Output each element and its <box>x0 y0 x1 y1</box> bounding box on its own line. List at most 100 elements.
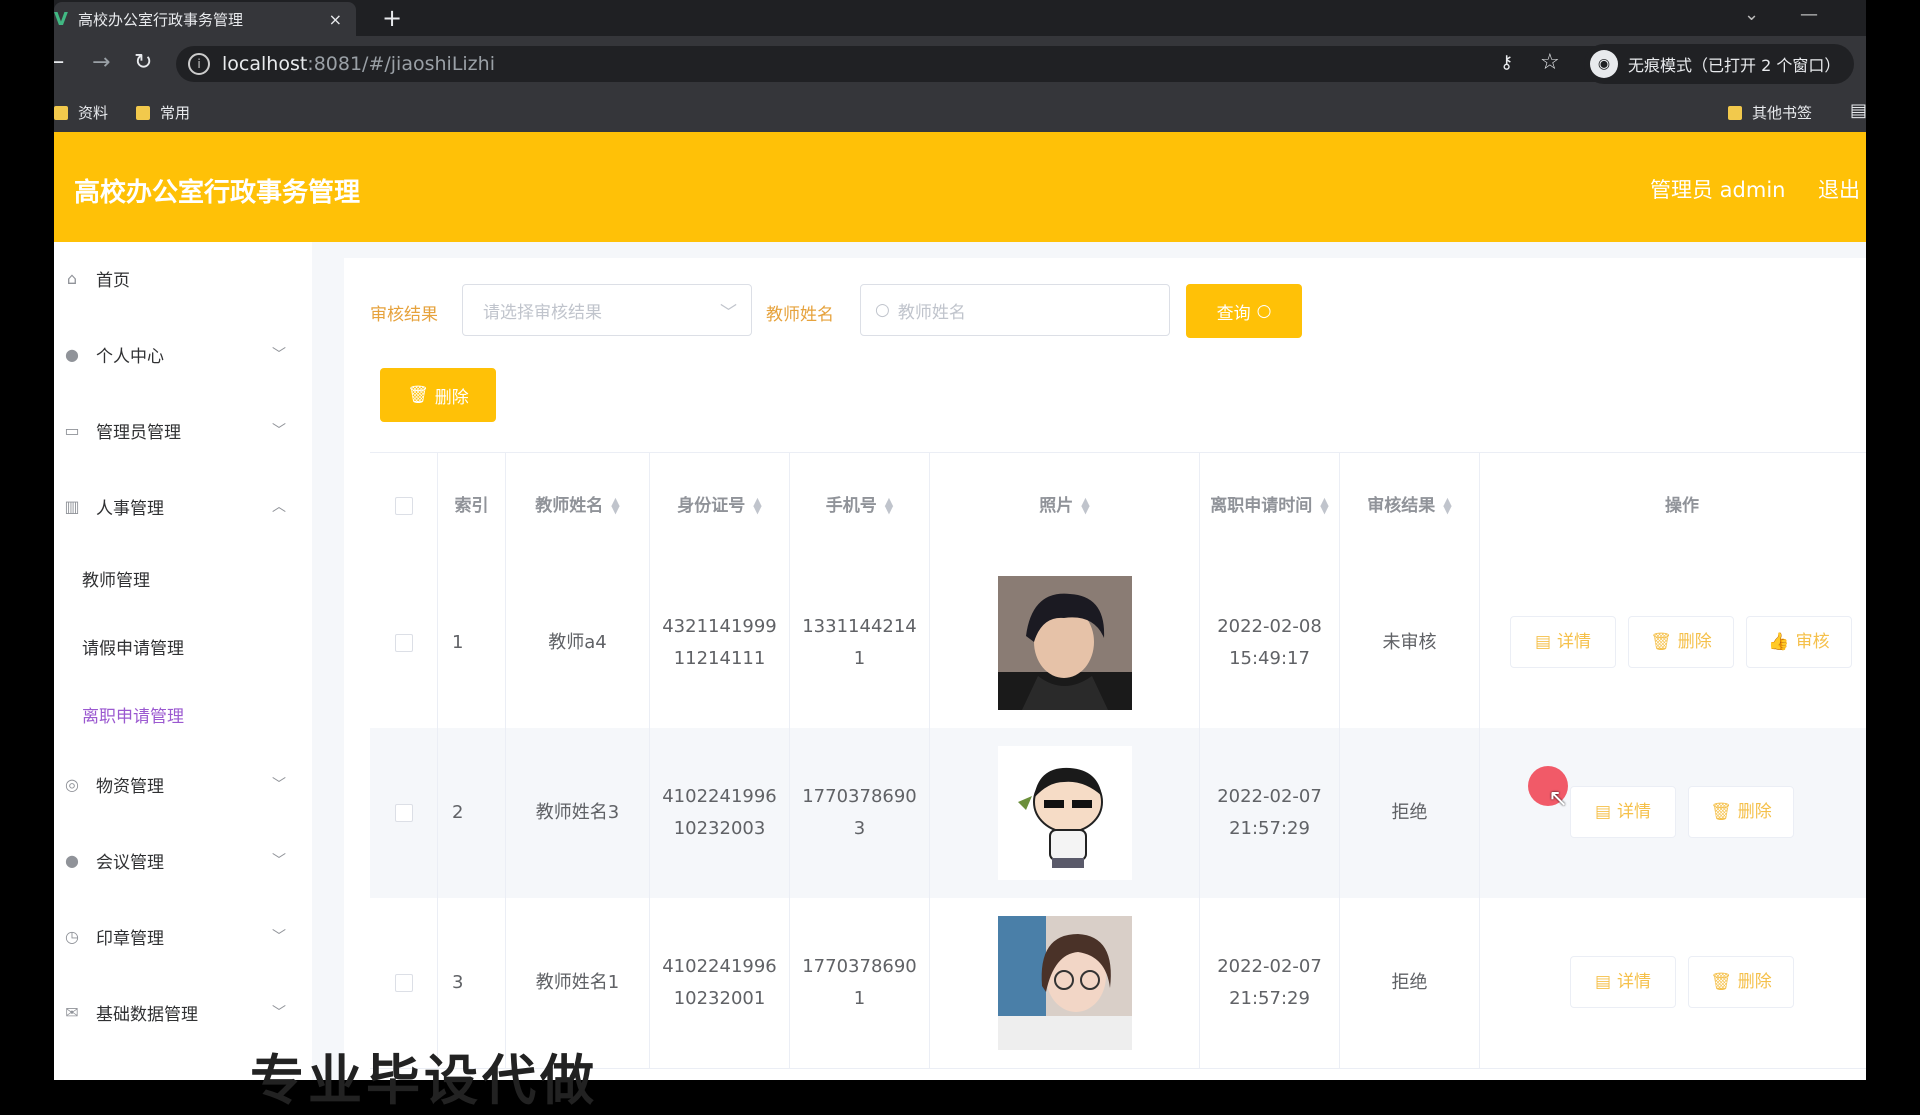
chevron-down-icon: ﹀ <box>272 423 286 439</box>
chevron-down-icon: ﹀ <box>272 853 286 869</box>
reading-list-icon[interactable]: ▤ <box>1850 100 1866 121</box>
query-button[interactable]: 查询 ○ <box>1186 284 1302 338</box>
back-icon[interactable]: ← <box>54 50 64 75</box>
site-info-icon[interactable]: i <box>188 53 210 75</box>
teacher-photo[interactable] <box>997 746 1132 880</box>
row-checkbox[interactable] <box>394 804 413 822</box>
sort-icon[interactable]: ▲ ▼ <box>1443 496 1451 515</box>
actions-cell: ▤ 详情 🗑 删除 <box>1480 728 1866 898</box>
detail-button[interactable]: ▤ 详情 <box>1570 956 1676 1008</box>
detail-button[interactable]: ▤ 详情 <box>1570 786 1676 838</box>
incognito-icon: ◉ <box>1590 50 1618 78</box>
browser-tab[interactable]: V 高校办公室行政事务管理 × <box>54 2 356 36</box>
id-cell: 4102241996 10232003 <box>650 728 790 898</box>
review-button[interactable]: 👍 审核 <box>1746 616 1852 668</box>
col-phone[interactable]: 手机号 ▲ ▼ <box>790 453 930 559</box>
chevron-down-icon: ﹀ <box>272 777 286 793</box>
browser-window: V 高校办公室行政事务管理 × + ⌄ — ← → ↻ i localhost:… <box>54 0 1866 1080</box>
select-all-cell <box>370 453 438 559</box>
col-name[interactable]: 教师姓名 ▲ ▼ <box>506 453 650 559</box>
new-tab-button[interactable]: + <box>382 4 402 32</box>
user-label: 管理员 admin <box>1650 178 1786 202</box>
sidebar-item-hr[interactable]: ▥ 人事管理 ︿ <box>54 476 312 536</box>
sidebar-item-seal[interactable]: ◷ 印章管理 ﹀ <box>54 906 312 966</box>
sidebar: ⌂ 首页 ● 个人中心 ﹀ ▭ 管理员管理 ﹀ ▥ 人事管理 ︿ 教师管理 请假… <box>54 242 312 1080</box>
col-result[interactable]: 审核结果 ▲ ▼ <box>1340 453 1480 559</box>
key-icon[interactable]: ⚷ <box>1500 52 1513 73</box>
url-host: localhost <box>222 53 308 75</box>
app-header: 高校办公室行政事务管理 管理员 admin 退出 <box>54 132 1866 242</box>
bookmarks-bar: 资料 常用 其他书签 ▤ <box>54 92 1866 132</box>
sort-icon[interactable]: ▲ ▼ <box>1081 496 1089 515</box>
sidebar-item-basedata[interactable]: ✉ 基础数据管理 ﹀ <box>54 982 312 1042</box>
sort-icon[interactable]: ▲ ▼ <box>885 496 893 515</box>
sidebar-subitem-resign[interactable]: 离职申请管理 <box>82 702 184 727</box>
document-icon: ▤ <box>1594 972 1612 992</box>
teacher-photo[interactable] <box>997 576 1132 710</box>
incognito-badge[interactable]: ◉ 无痕模式（已打开 2 个窗口） <box>1584 44 1854 84</box>
row-checkbox[interactable] <box>394 634 413 652</box>
address-bar: ← → ↻ i localhost:8081/#/jiaoshiLizhi ⚷ … <box>54 36 1866 92</box>
url-field[interactable]: i localhost:8081/#/jiaoshiLizhi <box>176 46 1636 82</box>
chevron-down-icon: ﹀ <box>272 347 286 363</box>
sort-icon[interactable]: ▲ ▼ <box>1320 496 1328 515</box>
trash-icon: 🗑 <box>1710 802 1732 822</box>
incognito-label: 无痕模式（已打开 2 个窗口） <box>1628 56 1841 75</box>
close-tab-icon[interactable]: × <box>329 10 342 29</box>
detail-button[interactable]: ▤ 详情 <box>1510 616 1616 668</box>
logout-link[interactable]: 退出 <box>1818 174 1860 204</box>
col-id[interactable]: 身份证号 ▲ ▼ <box>650 453 790 559</box>
chevron-down-icon: ﹀ <box>272 1005 286 1021</box>
phone-cell: 1331144214 1 <box>790 558 930 728</box>
sidebar-item-home[interactable]: ⌂ 首页 <box>54 248 312 308</box>
row-select-cell <box>370 558 438 728</box>
sidebar-item-materials[interactable]: ◎ 物资管理 ﹀ <box>54 754 312 814</box>
tab-bar: V 高校办公室行政事务管理 × + ⌄ — <box>54 0 1866 36</box>
trash-icon: 🗑 <box>407 385 429 405</box>
photo-cell <box>930 558 1200 728</box>
teacher-photo[interactable] <box>997 916 1132 1050</box>
sidebar-item-personal[interactable]: ● 个人中心 ﹀ <box>54 324 312 384</box>
folder-icon <box>1728 105 1742 120</box>
index-cell: 2 <box>438 728 506 898</box>
tab-search-icon[interactable]: ⌄ <box>1744 4 1759 25</box>
mouse-cursor-icon: ↖ <box>1548 784 1569 812</box>
bookmark-folder[interactable]: 常用 <box>136 102 190 123</box>
tab-title: 高校办公室行政事务管理 <box>77 10 243 29</box>
reload-icon[interactable]: ↻ <box>134 50 152 75</box>
sidebar-item-admin[interactable]: ▭ 管理员管理 ﹀ <box>54 400 312 460</box>
delete-button[interactable]: 🗑 删除 <box>1688 786 1794 838</box>
sidebar-subitem-leave[interactable]: 请假申请管理 <box>82 634 184 659</box>
sort-icon[interactable]: ▲ ▼ <box>611 496 619 515</box>
chevron-down-icon: ﹀ <box>272 929 286 945</box>
col-photo[interactable]: 照片 ▲ ▼ <box>930 453 1200 559</box>
table-row: 2 教师姓名3 410224199610232003 17703786903 <box>370 728 1866 899</box>
delete-button[interactable]: 🗑 删除 <box>1628 616 1734 668</box>
apply-time-cell: 2022-02-07 21:57:29 <box>1200 728 1340 898</box>
bookmark-star-icon[interactable]: ☆ <box>1540 50 1560 75</box>
result-select[interactable]: 请选择审核结果 ﹀ <box>462 284 752 336</box>
search-icon: ○ <box>1256 301 1272 321</box>
col-actions: 操作 <box>1665 496 1699 516</box>
seal-icon: ◷ <box>65 927 79 946</box>
mail-icon: ✉ <box>65 1003 79 1022</box>
search-icon: ○ <box>875 300 890 320</box>
bookmark-folder[interactable]: 资料 <box>54 102 108 123</box>
delete-button[interactable]: 🗑 删除 <box>1688 956 1794 1008</box>
app-title: 高校办公室行政事务管理 <box>74 178 361 208</box>
row-checkbox[interactable] <box>394 974 413 992</box>
minimize-icon[interactable]: — <box>1800 4 1818 25</box>
teacher-name-input[interactable]: ○ 教师姓名 <box>860 284 1170 336</box>
batch-delete-button[interactable]: 🗑 删除 <box>380 368 496 422</box>
forward-icon[interactable]: → <box>92 50 110 75</box>
col-apply-time[interactable]: 离职申请时间 ▲ ▼ <box>1200 453 1340 559</box>
select-all-checkbox[interactable] <box>394 497 413 515</box>
photo-cell <box>930 728 1200 898</box>
other-bookmarks[interactable]: 其他书签 <box>1728 102 1812 123</box>
result-filter-label: 审核结果 <box>370 305 438 325</box>
watermark-text: 专业毕设代做 <box>250 1049 598 1112</box>
sidebar-item-meeting[interactable]: ● 会议管理 ﹀ <box>54 830 312 890</box>
phone-cell: 1770378690 1 <box>790 898 930 1068</box>
sidebar-subitem-teacher[interactable]: 教师管理 <box>82 566 150 591</box>
sort-icon[interactable]: ▲ ▼ <box>753 496 761 515</box>
